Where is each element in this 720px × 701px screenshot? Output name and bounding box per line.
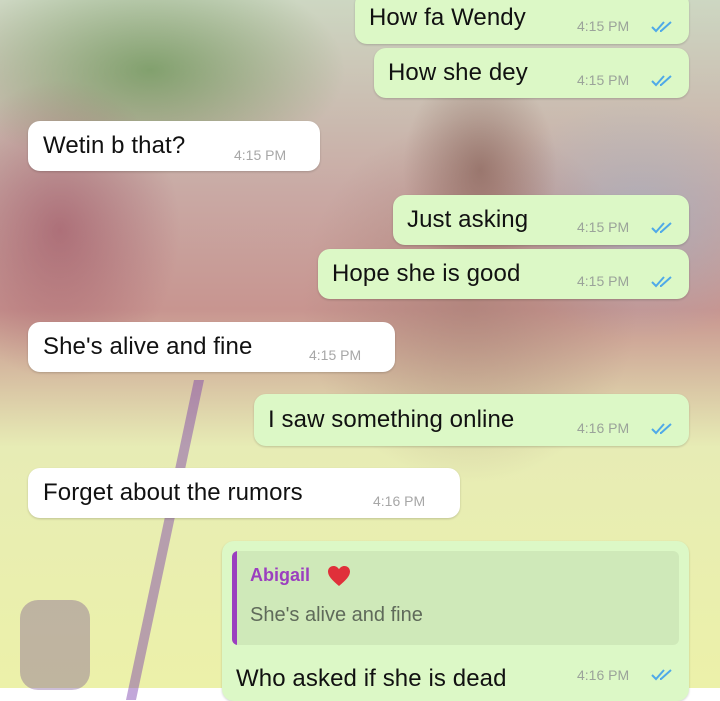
- message-time: 4:15 PM: [234, 147, 287, 163]
- message-text: Just asking: [407, 206, 529, 233]
- quoted-message-author: Abigail: [250, 565, 311, 585]
- message-text: Wetin b that?: [43, 132, 186, 159]
- double-check-read-icon: [651, 75, 672, 87]
- incoming-message-bubble[interactable]: Wetin b that? 4:15 PM: [28, 121, 320, 171]
- message-time: 4:16 PM: [373, 493, 426, 509]
- incoming-message-bubble[interactable]: Forget about the rumors 4:16 PM: [28, 468, 460, 518]
- double-check-read-icon: [651, 222, 672, 234]
- double-check-read-icon: [651, 423, 672, 435]
- incoming-message-bubble[interactable]: She's alive and fine 4:15 PM: [28, 322, 395, 372]
- message-time: 4:15 PM: [577, 72, 630, 88]
- wallpaper-detail: [20, 600, 90, 690]
- outgoing-message-bubble[interactable]: How fa Wendy 4:15 PM: [355, 0, 689, 44]
- message-text: Forget about the rumors: [43, 479, 303, 506]
- outgoing-message-bubble[interactable]: How she dey 4:15 PM: [374, 48, 689, 98]
- message-time: 4:15 PM: [577, 273, 630, 289]
- outgoing-message-bubble[interactable]: Hope she is good 4:15 PM: [318, 249, 689, 299]
- message-time: 4:16 PM: [577, 667, 630, 683]
- message-time: 4:15 PM: [577, 219, 630, 235]
- double-check-read-icon: [651, 276, 672, 288]
- message-text: I saw something online: [268, 406, 515, 433]
- heart-icon: [328, 566, 350, 586]
- message-time: 4:16 PM: [577, 420, 630, 436]
- message-text: She's alive and fine: [43, 333, 253, 360]
- double-check-read-icon: [651, 669, 672, 681]
- message-text: How she dey: [388, 59, 528, 86]
- double-check-read-icon: [651, 21, 672, 33]
- message-text: Who asked if she is dead: [236, 665, 507, 692]
- message-time: 4:15 PM: [309, 347, 362, 363]
- quoted-message-text: She's alive and fine: [250, 604, 423, 626]
- quote-accent-bar: [232, 551, 237, 645]
- message-time: 4:15 PM: [577, 18, 630, 34]
- outgoing-reply-message-bubble[interactable]: Abigail She's alive and fine Who asked i…: [222, 541, 689, 701]
- outgoing-message-bubble[interactable]: Just asking 4:15 PM: [393, 195, 689, 245]
- message-text: Hope she is good: [332, 260, 521, 287]
- outgoing-message-bubble[interactable]: I saw something online 4:16 PM: [254, 394, 689, 446]
- message-text: How fa Wendy: [369, 4, 526, 31]
- quoted-message[interactable]: Abigail She's alive and fine: [232, 551, 679, 645]
